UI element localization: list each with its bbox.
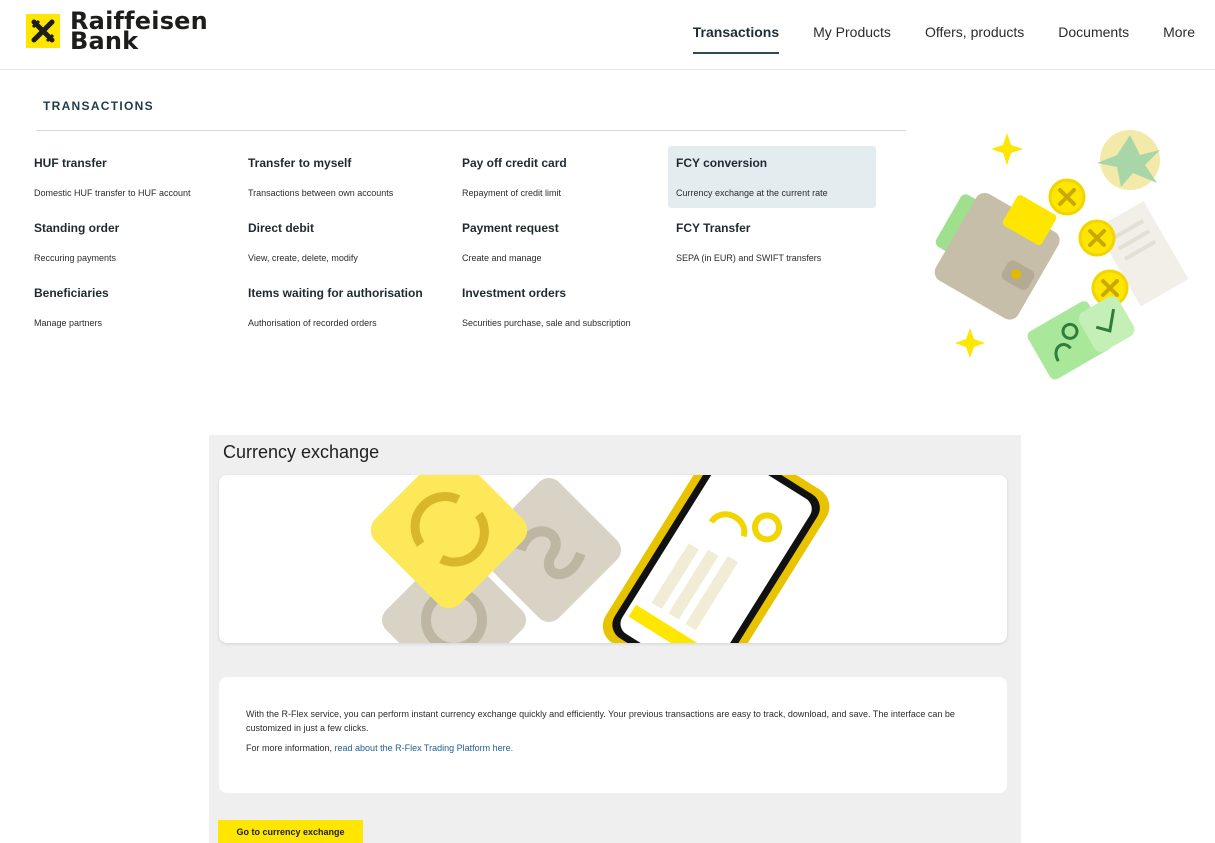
menu-item-desc: Currency exchange at the current rate (676, 188, 828, 198)
menu-item-standing-order[interactable]: Standing order Reccuring payments (26, 211, 240, 276)
menu-item-title: HUF transfer (34, 156, 107, 170)
nav-offers-products[interactable]: Offers, products (925, 24, 1024, 54)
menu-item-desc: Transactions between own accounts (248, 188, 394, 198)
currency-exchange-illustration (370, 475, 830, 643)
menu-item-title: FCY Transfer (676, 221, 751, 235)
go-to-currency-exchange-button[interactable]: Go to currency exchange (218, 820, 363, 843)
logo-wordmark: Raiffeisen Bank (70, 9, 208, 53)
menu-item-title: FCY conversion (676, 156, 768, 170)
menu-item-desc: Repayment of credit limit (462, 188, 562, 198)
menu-item-pay-off-credit-card[interactable]: Pay off credit card Repayment of credit … (454, 146, 668, 211)
info-card: With the R-Flex service, you can perform… (219, 677, 1007, 793)
nav-documents[interactable]: Documents (1058, 24, 1129, 54)
menu-item-title: Investment orders (462, 286, 567, 300)
transactions-menu: HUF transfer Domestic HUF transfer to HU… (26, 146, 886, 341)
info-more-line: For more information, read about the R-F… (246, 743, 513, 753)
menu-item-title: Standing order (34, 221, 120, 235)
menu-item-beneficiaries[interactable]: Beneficiaries Manage partners (26, 276, 240, 341)
menu-section-title: TRANSACTIONS (43, 99, 154, 113)
nav-more[interactable]: More (1163, 24, 1195, 54)
menu-item-huf-transfer[interactable]: HUF transfer Domestic HUF transfer to HU… (26, 146, 240, 211)
menu-item-title: Items waiting for authorisation (248, 286, 423, 300)
logo-cross-icon (26, 14, 60, 48)
menu-item-desc: View, create, delete, modify (248, 253, 358, 263)
menu-item-items-waiting-authorisation[interactable]: Items waiting for authorisation Authoris… (240, 276, 454, 341)
hero-banner (219, 475, 1007, 643)
menu-item-desc: Reccuring payments (34, 253, 117, 263)
menu-item-desc: SEPA (in EUR) and SWIFT transfers (676, 253, 822, 263)
menu-item-title: Direct debit (248, 221, 315, 235)
menu-item-fcy-transfer[interactable]: FCY Transfer SEPA (in EUR) and SWIFT tra… (668, 211, 882, 276)
info-more-prefix: For more information, (246, 743, 335, 753)
menu-item-title: Pay off credit card (462, 156, 567, 170)
r-flex-platform-link[interactable]: read about the R-Flex Trading Platform h… (335, 743, 514, 753)
menu-item-investment-orders[interactable]: Investment orders Securities purchase, s… (454, 276, 668, 341)
main-nav: Transactions My Products Offers, product… (659, 24, 1195, 54)
raiffeisen-logo[interactable]: Raiffeisen Bank (26, 9, 208, 53)
top-header: Raiffeisen Bank Transactions My Products… (0, 0, 1215, 70)
menu-item-desc: Create and manage (462, 253, 542, 263)
menu-item-direct-debit[interactable]: Direct debit View, create, delete, modif… (240, 211, 454, 276)
wallet-coins-illustration (925, 125, 1195, 385)
menu-item-desc: Securities purchase, sale and subscripti… (462, 318, 631, 328)
menu-item-desc: Manage partners (34, 318, 103, 328)
menu-divider (36, 130, 906, 131)
menu-item-desc: Authorisation of recorded orders (248, 318, 377, 328)
menu-item-fcy-conversion[interactable]: FCY conversion Currency exchange at the … (668, 146, 876, 208)
menu-item-title: Transfer to myself (248, 156, 352, 170)
menu-item-desc: Domestic HUF transfer to HUF account (34, 188, 191, 198)
menu-item-title: Payment request (462, 221, 559, 235)
menu-item-transfer-to-myself[interactable]: Transfer to myself Transactions between … (240, 146, 454, 211)
menu-item-payment-request[interactable]: Payment request Create and manage (454, 211, 668, 276)
nav-my-products[interactable]: My Products (813, 24, 891, 54)
menu-item-title: Beneficiaries (34, 286, 109, 300)
info-description: With the R-Flex service, you can perform… (246, 709, 955, 733)
panel-title: Currency exchange (223, 442, 380, 462)
currency-exchange-panel: Currency exchange With the R-Flex servic… (209, 435, 1021, 843)
nav-transactions[interactable]: Transactions (692, 24, 780, 54)
